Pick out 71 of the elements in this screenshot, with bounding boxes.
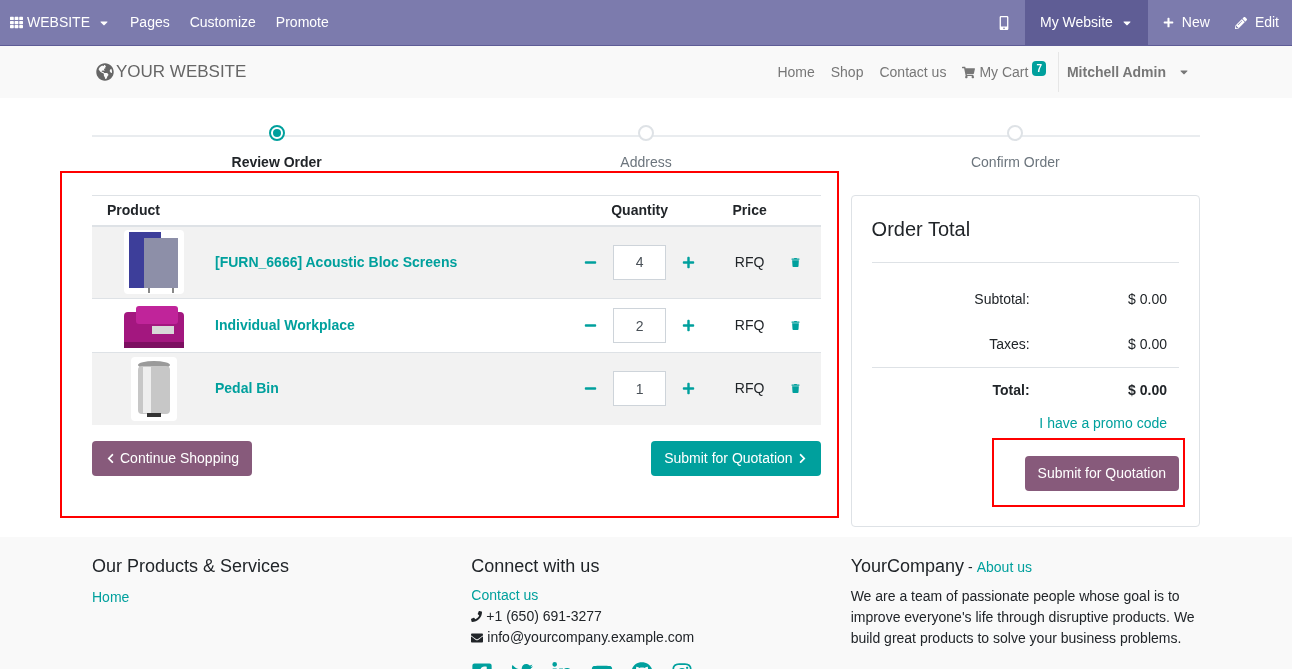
increase-button[interactable] [682,319,696,332]
price-text: RFQ [734,317,765,333]
plus-icon [682,319,696,332]
app-menu[interactable]: WEBSITE [0,0,120,45]
nav-link[interactable]: Shop [822,61,872,83]
nav-link[interactable]: Home [769,61,823,83]
remove-button[interactable] [790,384,800,394]
plus-icon [682,255,696,269]
globe-icon [96,63,114,81]
footer-heading: Our Products & Services [92,555,291,578]
company-description: We are a team of passionate people whose goal is to improve everyone's life through disruptive products. We build great products to solve your business problems. [850,587,1196,648]
summary-value: $ 0.00 [1127,335,1168,354]
continue-shopping-button[interactable]: Continue Shopping [92,440,253,476]
edit-button[interactable]: Edit [1224,0,1292,45]
summary-label: Taxes: [988,335,1030,354]
menu-item[interactable]: Promote [265,0,339,45]
step-label: Confirm Order [970,153,1060,172]
submit-quotation-button[interactable]: Submit for Quotation [651,440,821,476]
user-menu[interactable]: Mitchell Admin [1058,61,1198,83]
increase-button[interactable] [682,382,696,396]
price-text: RFQ [734,253,765,270]
cart-link[interactable]: My Cart 7 [954,61,1054,83]
mobile-icon [997,15,1011,30]
price-text: RFQ [734,380,765,397]
trash-icon [790,384,800,394]
remove-button[interactable] [790,321,800,330]
product-link[interactable]: Pedal Bin [215,380,279,397]
step-label: Review Order [231,153,322,172]
cart-icon [962,65,976,79]
footer-heading: Connect with us [471,555,601,578]
remove-button[interactable] [790,257,800,267]
menu-item[interactable]: Pages [120,0,180,45]
plus-icon [682,382,696,396]
plus-icon [1162,17,1174,28]
menu-item[interactable]: Customize [179,0,266,45]
quantity-field[interactable]: 2 [613,308,667,343]
promo-code-link[interactable]: I have a promo code [1039,413,1167,434]
email-address: info@yourcompany.example.com [487,628,695,647]
quantity-field[interactable]: 1 [613,371,667,407]
footer-link[interactable]: About us [976,557,1032,578]
summary-value: $ 0.00 [1127,290,1168,309]
summary-value: $ 0.00 [1127,380,1168,400]
phone-number: +1 (650) 691-3277 [486,607,602,626]
apps-icon [10,16,23,29]
site-logo[interactable]: YOUR WEBSITE [96,59,247,85]
phone-icon [471,611,483,622]
chevron-left-icon [105,452,116,464]
step-label: Address [620,153,672,172]
summary-label: Subtotal: [973,290,1030,309]
footer-link[interactable]: Home [92,587,472,608]
site-switcher[interactable]: My Website [1025,0,1148,45]
envelope-icon [471,631,484,644]
new-button[interactable]: New [1147,0,1225,45]
summary-label: Total: [991,380,1030,400]
trash-icon [790,321,800,330]
nav-link[interactable]: Contact us [871,61,955,83]
separator-text: - [968,558,973,577]
product-link[interactable]: [FURN_6666] Acoustic Bloc Screens [215,253,458,270]
footer-heading: YourCompany [850,555,965,578]
quantity-field[interactable]: 4 [613,244,667,280]
submit-quotation-button[interactable]: Submit for Quotation [1024,456,1179,491]
column-header: Quantity [564,195,715,226]
cart-count-badge: 7 [1032,60,1046,76]
trash-icon [790,257,800,267]
card-title: Order Total [871,214,1179,263]
pencil-icon [1234,16,1247,29]
column-header: Price [714,195,785,226]
product-link[interactable]: Individual Workplace [215,317,355,333]
column-header: Product [92,195,565,226]
increase-button[interactable] [682,255,696,269]
footer-link[interactable]: Contact us [471,585,851,606]
